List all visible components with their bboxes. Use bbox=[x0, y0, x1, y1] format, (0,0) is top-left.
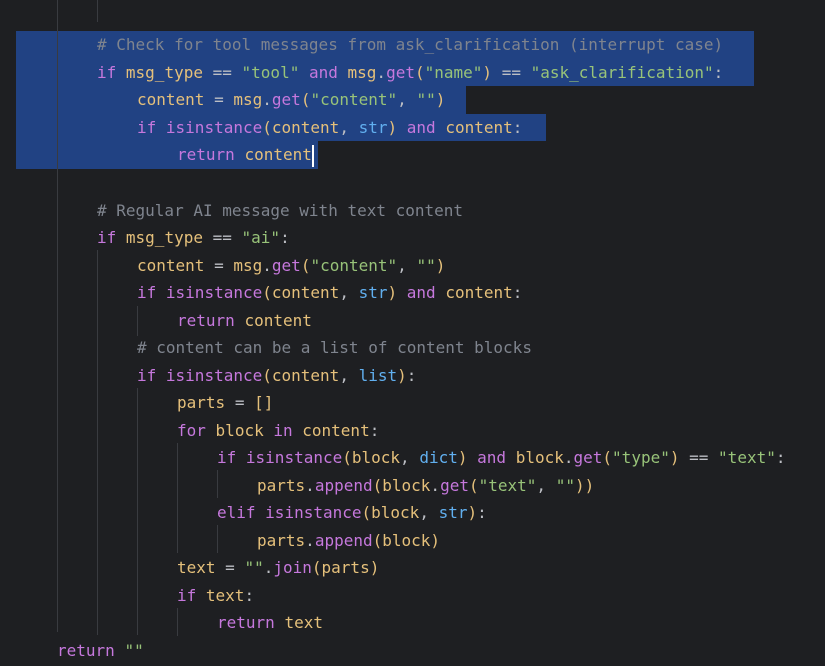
indent-guide bbox=[97, 250, 98, 635]
code-line[interactable]: text = "".join(parts) bbox=[177, 554, 379, 582]
code-line[interactable]: for block in content: bbox=[177, 417, 379, 445]
code-line[interactable]: if text: bbox=[177, 582, 254, 610]
indent-guide bbox=[57, 0, 58, 632]
code-line[interactable]: elif isinstance(block, str): bbox=[217, 499, 487, 527]
indent-guide bbox=[137, 306, 138, 336]
code-line[interactable]: return text bbox=[217, 609, 323, 637]
code-editor[interactable]: # Check for tool messages from ask_clari… bbox=[0, 0, 825, 666]
indent-guide bbox=[217, 525, 218, 553]
indent-guide bbox=[137, 388, 138, 635]
code-line[interactable]: return content bbox=[177, 307, 312, 335]
code-line[interactable]: if msg_type == "tool" and msg.get("name"… bbox=[97, 59, 723, 87]
indent-guide bbox=[177, 608, 178, 636]
code-line[interactable]: if isinstance(block, dict) and block.get… bbox=[217, 444, 785, 472]
code-line[interactable]: content = msg.get("content", "") bbox=[137, 86, 445, 114]
code-line[interactable]: parts.append(block.get("text", "")) bbox=[257, 472, 594, 500]
code-line[interactable]: if isinstance(content, str) and content: bbox=[137, 279, 522, 307]
code-line[interactable]: return content bbox=[177, 141, 314, 169]
code-line[interactable]: parts.append(block) bbox=[257, 527, 440, 555]
code-line[interactable]: if isinstance(content, list): bbox=[137, 362, 416, 390]
indent-guide bbox=[217, 470, 218, 498]
text-cursor bbox=[311, 144, 314, 167]
indent-guide bbox=[97, 0, 98, 22]
code-line[interactable]: # Check for tool messages from ask_clari… bbox=[97, 31, 723, 59]
code-line[interactable]: parts = [] bbox=[177, 389, 273, 417]
code-line[interactable]: if msg_type == "ai": bbox=[97, 224, 290, 252]
code-line[interactable]: content = msg.get("content", "") bbox=[137, 252, 445, 280]
indent-guide bbox=[177, 443, 178, 553]
code-line[interactable]: # content can be a list of content block… bbox=[137, 334, 532, 362]
code-line[interactable]: return "" bbox=[57, 637, 144, 665]
code-line[interactable]: # Regular AI message with text content bbox=[97, 197, 463, 225]
code-line[interactable]: if isinstance(content, str) and content: bbox=[137, 114, 522, 142]
